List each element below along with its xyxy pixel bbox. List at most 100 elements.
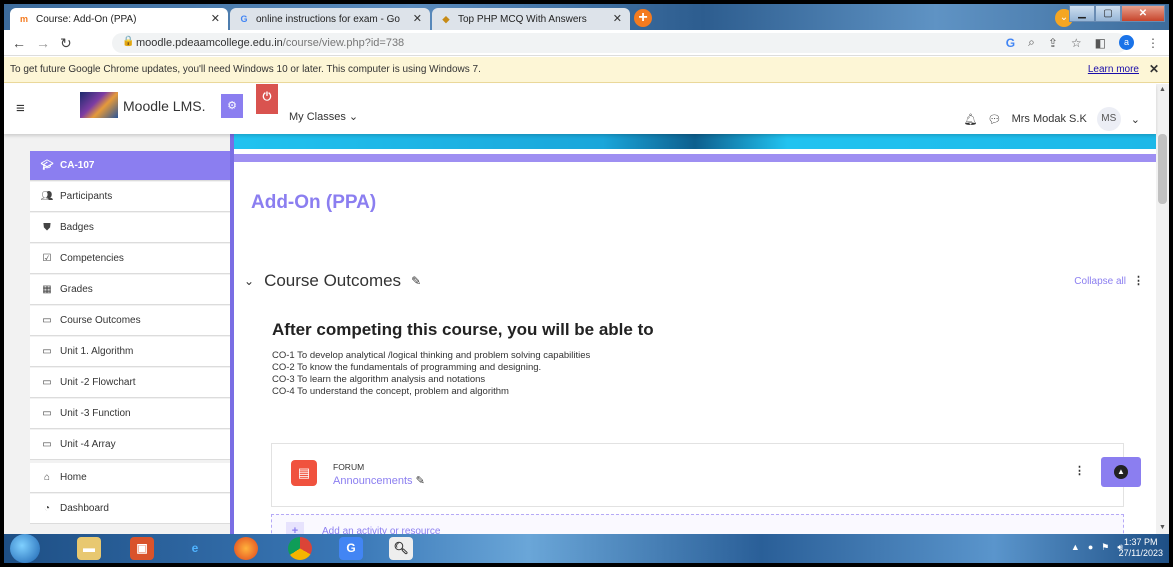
bell-icon[interactable]: 🔔︎	[964, 113, 978, 126]
drawer-item-grades[interactable]: ▦ Grades	[30, 275, 230, 305]
activity-type-label: FORUM	[333, 462, 365, 472]
maximize-button[interactable]: ▢	[1095, 5, 1121, 22]
forum-icon: ▤	[291, 460, 317, 486]
hamburger-menu-icon[interactable]: ≡	[16, 100, 25, 117]
pencil-icon[interactable]: ✎	[416, 475, 425, 487]
url-text: moodle.pdeaamcollege.edu.in/course/view.…	[136, 37, 404, 49]
user-menu-area: 🔔︎ 💬︎ Mrs Modak S.K MS ⌄	[964, 107, 1140, 131]
drawer-item-label: Participants	[60, 191, 113, 202]
folder-icon: ▭	[42, 346, 52, 357]
drawer-item-badges[interactable]: ⛊ Badges	[30, 213, 230, 243]
share-icon[interactable]: ⇪	[1048, 36, 1058, 50]
screen: m Course: Add-On (PPA) ✕ G online instru…	[4, 4, 1169, 563]
file-explorer-icon[interactable]: ▬	[77, 537, 101, 560]
drawer-item-participants[interactable]: 👥︎ Participants	[30, 182, 230, 212]
drawer-item-course[interactable]: 🎓︎ CA-107	[30, 151, 230, 181]
google-lens-icon[interactable]: G	[1006, 36, 1015, 50]
drawer-item-unit-2[interactable]: ▭ Unit -2 Flowchart	[30, 368, 230, 398]
tray-up-arrow-icon[interactable]: ▲	[1071, 542, 1080, 553]
folder-icon: ▭	[42, 439, 52, 450]
folder-icon: ▭	[42, 408, 52, 419]
tab-php-mcq[interactable]: ◆ Top PHP MCQ With Answers ✕	[432, 8, 630, 30]
new-tab-button[interactable]: +	[634, 9, 652, 27]
start-button[interactable]	[10, 534, 40, 563]
forward-arrow-icon[interactable]: →	[36, 35, 50, 51]
close-icon[interactable]: ✕	[1149, 62, 1159, 76]
chevron-up-icon: ▲	[1114, 465, 1128, 479]
user-name[interactable]: Mrs Modak S.K	[1012, 113, 1087, 125]
lock-icon: 🔒	[122, 36, 135, 47]
system-clock[interactable]: 1:37 PM 27/11/2023	[1119, 537, 1163, 559]
site-logo[interactable]	[80, 92, 118, 118]
my-classes-menu[interactable]: My Classes ⌄	[289, 110, 358, 123]
internet-explorer-icon[interactable]: e	[183, 537, 207, 560]
drawer-item-home[interactable]: ⌂ Home	[30, 463, 230, 493]
drawer-item-unit-4[interactable]: ▭ Unit -4 Array	[30, 430, 230, 460]
moodle-navbar: ≡ Moodle LMS. ⚙ ⏻ My Classes ⌄ 🔔︎ 💬︎ Mrs…	[4, 84, 1156, 134]
scrollbar-thumb[interactable]	[1158, 134, 1167, 204]
magnifier-icon[interactable]: 🔍︎	[389, 537, 413, 560]
chevron-down-icon: ⌄	[348, 111, 359, 123]
collapse-all-link[interactable]: Collapse all	[1074, 276, 1126, 287]
drawer-item-dashboard[interactable]: ◔ Dashboard	[30, 494, 230, 524]
browser-tab-strip: m Course: Add-On (PPA) ✕ G online instru…	[4, 4, 1169, 30]
activity-card[interactable]: ▤ FORUM Announcements ✎ ⋮	[271, 443, 1124, 507]
drawer-item-unit-1[interactable]: ▭ Unit 1. Algorithm	[30, 337, 230, 367]
url-input[interactable]: 🔒 moodle.pdeaamcollege.edu.in/course/vie…	[112, 33, 1127, 53]
chevron-down-icon[interactable]: ⌄	[244, 274, 254, 288]
google-chrome-app-icon[interactable]: G	[339, 537, 363, 560]
action-center-flag-icon[interactable]: ⚑	[1101, 542, 1109, 553]
drawer-item-course-outcomes[interactable]: ▭ Course Outcomes	[30, 306, 230, 336]
close-icon[interactable]: ✕	[211, 12, 220, 25]
section-header[interactable]: ⌄ Course Outcomes ✎	[244, 271, 421, 291]
drawer-item-label: Unit 1. Algorithm	[60, 346, 134, 357]
tab-google-search[interactable]: G online instructions for exam - Go ✕	[230, 8, 430, 30]
profile-avatar[interactable]: a	[1119, 35, 1134, 50]
pencil-icon[interactable]: ✎	[411, 274, 421, 288]
page-scrollbar[interactable]: ▲ ▼	[1156, 84, 1169, 534]
media-player-icon[interactable]: ▣	[130, 537, 154, 560]
zoom-icon[interactable]: ⌕	[1028, 35, 1035, 50]
firefox-icon[interactable]	[234, 537, 258, 560]
learn-more-link[interactable]: Learn more	[1088, 64, 1139, 75]
add-activity-button[interactable]: + Add an activity or resource	[271, 514, 1124, 534]
kebab-menu-icon[interactable]: ⋮	[1074, 464, 1085, 477]
drawer-item-competencies[interactable]: ☑ Competencies	[30, 244, 230, 274]
avatar[interactable]: MS	[1096, 107, 1121, 131]
dashboard-icon: ◔	[43, 503, 51, 514]
activity-name[interactable]: Announcements ✎	[333, 474, 425, 487]
settings-cog-button[interactable]: ⚙	[221, 94, 243, 118]
tray-app-icon[interactable]: ●	[1088, 542, 1093, 553]
chrome-icon[interactable]	[288, 537, 312, 560]
power-button[interactable]: ⏻	[256, 84, 278, 114]
drawer-item-unit-3[interactable]: ▭ Unit -3 Function	[30, 399, 230, 429]
drawer-item-label: Badges	[60, 222, 94, 233]
update-infobar: To get future Google Chrome updates, you…	[4, 57, 1169, 83]
tab-label: Top PHP MCQ With Answers	[458, 13, 587, 25]
drawer-item-label: CA-107	[60, 160, 95, 171]
scroll-to-top-button[interactable]: ▲	[1101, 457, 1141, 487]
scroll-up-arrow-icon[interactable]: ▲	[1159, 86, 1166, 93]
window-close-button[interactable]: ✕	[1121, 5, 1165, 22]
kebab-menu-icon[interactable]: ⋮	[1133, 274, 1144, 287]
chevron-down-icon[interactable]: ⌄	[1131, 113, 1140, 126]
bookmark-star-icon[interactable]: ☆	[1071, 36, 1082, 50]
outcome-item: CO-1 To develop analytical /logical thin…	[272, 350, 591, 361]
outcomes-list: CO-1 To develop analytical /logical thin…	[272, 350, 590, 398]
site-brand[interactable]: Moodle LMS.	[123, 98, 205, 114]
side-panel-icon[interactable]: ◧	[1095, 36, 1106, 50]
chrome-menu-icon[interactable]: ⋮	[1147, 36, 1159, 50]
close-icon[interactable]: ✕	[613, 12, 622, 25]
close-icon[interactable]: ✕	[413, 12, 422, 25]
tab-course[interactable]: m Course: Add-On (PPA) ✕	[10, 8, 228, 30]
minimize-button[interactable]: ▁	[1069, 5, 1095, 22]
course-drawer: 🎓︎ CA-107 👥︎ Participants ⛊ Badges ☑ Com…	[4, 134, 230, 534]
back-arrow-icon[interactable]: ←	[12, 35, 26, 51]
section-title: Course Outcomes	[264, 271, 402, 290]
tab-label: Course: Add-On (PPA)	[36, 13, 137, 25]
chat-icon[interactable]: 💬︎	[988, 113, 1002, 126]
page-title: Add-On (PPA)	[251, 192, 377, 213]
scroll-down-arrow-icon[interactable]: ▼	[1159, 524, 1166, 531]
reload-icon[interactable]: ↻	[60, 35, 72, 52]
drawer-item-label: Unit -2 Flowchart	[60, 377, 136, 388]
